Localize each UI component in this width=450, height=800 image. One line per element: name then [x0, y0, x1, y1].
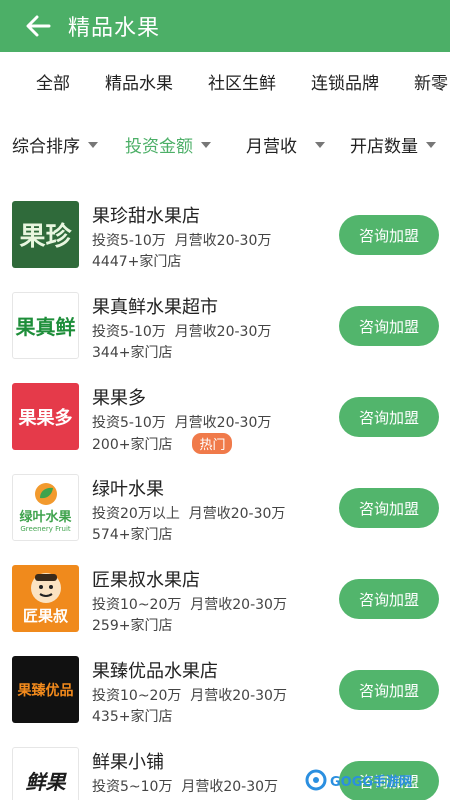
item-stores: 200+家门店 热门: [92, 433, 233, 454]
tab-all[interactable]: 全部: [36, 69, 70, 94]
item-meta: 投资5-10万 月营收20-30万: [92, 324, 272, 340]
item-stores: 574+家门店: [92, 527, 173, 543]
item-name: 果果多: [92, 388, 146, 409]
page-title: 精品水果: [68, 16, 161, 41]
consult-button[interactable]: 咨询加盟: [339, 670, 439, 710]
consult-button[interactable]: 咨询加盟: [339, 579, 439, 619]
filter-bar: 综合排序 投资金额 月营收 开店数量: [0, 122, 450, 166]
brand-logo: 果臻优品: [12, 656, 79, 723]
consult-button[interactable]: 咨询加盟: [339, 306, 439, 346]
filter-label: 开店数量: [350, 137, 418, 157]
list-item[interactable]: 果臻优品 果臻优品水果店 投资10~20万 月营收20-30万 435+家门店 …: [0, 645, 450, 736]
brand-logo: 鲜果: [12, 747, 79, 800]
item-meta: 投资5~10万 月营收20-30万: [92, 779, 279, 795]
item-meta: 投资5-10万 月营收20-30万: [92, 415, 272, 431]
item-stores: 4447+家门店: [92, 254, 182, 270]
app-bar: 精品水果: [0, 0, 450, 52]
item-name: 果珍甜水果店: [92, 206, 200, 227]
tab-chain-brand[interactable]: 连锁品牌: [311, 69, 379, 94]
item-name: 绿叶水果: [92, 479, 164, 500]
brand-logo: 匠果叔: [12, 565, 79, 632]
arrow-left-icon: [26, 15, 51, 37]
brand-logo: 果珍: [12, 201, 79, 268]
caret-down-icon: [315, 141, 325, 148]
item-stores: 344+家门店: [92, 345, 173, 361]
caret-down-icon: [426, 141, 436, 148]
filter-label: 综合排序: [12, 137, 80, 157]
back-button[interactable]: [18, 8, 58, 44]
franchise-list: 果珍 果珍甜水果店 投资5-10万 月营收20-30万 4447+家门店 咨询加…: [0, 190, 450, 800]
filter-investment[interactable]: 投资金额: [125, 132, 211, 157]
item-stores: 435+家门店: [92, 709, 173, 725]
item-meta: 投资20万以上 月营收20-30万: [92, 506, 286, 522]
caret-down-icon: [201, 141, 211, 148]
item-meta: 投资5-10万 月营收20-30万: [92, 233, 272, 249]
brand-logo: 绿叶水果 Greenery Fruit: [12, 474, 79, 541]
filter-label: 投资金额: [125, 137, 193, 157]
consult-button[interactable]: 咨询加盟: [339, 397, 439, 437]
brand-logo: 果真鲜: [12, 292, 79, 359]
tab-new-retail[interactable]: 新零: [414, 69, 448, 94]
item-stores: 259+家门店: [92, 618, 173, 634]
tab-community-fresh[interactable]: 社区生鲜: [208, 69, 276, 94]
list-item[interactable]: 匠果叔 匠果叔水果店 投资10~20万 月营收20-30万 259+家门店 咨询…: [0, 554, 450, 645]
item-name: 鲜果小铺: [92, 752, 164, 773]
filter-store-count[interactable]: 开店数量: [350, 132, 436, 157]
brand-logo: 果果多: [12, 383, 79, 450]
watermark: GOGG手游网: [305, 766, 425, 794]
leaf-icon: [34, 483, 57, 505]
tab-premium-fruit[interactable]: 精品水果: [105, 69, 173, 94]
list-item[interactable]: 果珍 果珍甜水果店 投资5-10万 月营收20-30万 4447+家门店 咨询加…: [0, 190, 450, 281]
item-meta: 投资10~20万 月营收20-30万: [92, 688, 287, 704]
consult-button[interactable]: 咨询加盟: [339, 215, 439, 255]
list-item[interactable]: 果果多 果果多 投资5-10万 月营收20-30万 200+家门店 热门 咨询加…: [0, 372, 450, 463]
caret-down-icon: [88, 141, 98, 148]
mascot-icon: [30, 573, 61, 603]
list-item[interactable]: 果真鲜 果真鲜水果超市 投资5-10万 月营收20-30万 344+家门店 咨询…: [0, 281, 450, 372]
item-meta: 投资10~20万 月营收20-30万: [92, 597, 287, 613]
item-name: 匠果叔水果店: [92, 570, 200, 591]
item-name: 果臻优品水果店: [92, 661, 218, 682]
hot-badge: 热门: [192, 433, 233, 454]
item-name: 果真鲜水果超市: [92, 297, 218, 318]
list-item[interactable]: 绿叶水果 Greenery Fruit 绿叶水果 投资20万以上 月营收20-3…: [0, 463, 450, 554]
filter-revenue[interactable]: 月营收: [246, 132, 325, 157]
filter-label: 月营收: [246, 137, 297, 157]
consult-button[interactable]: 咨询加盟: [339, 488, 439, 528]
filter-sort[interactable]: 综合排序: [12, 132, 98, 157]
category-tabs: 全部 精品水果 社区生鲜 连锁品牌 新零: [0, 52, 450, 110]
watermark-logo-icon: [305, 769, 327, 791]
